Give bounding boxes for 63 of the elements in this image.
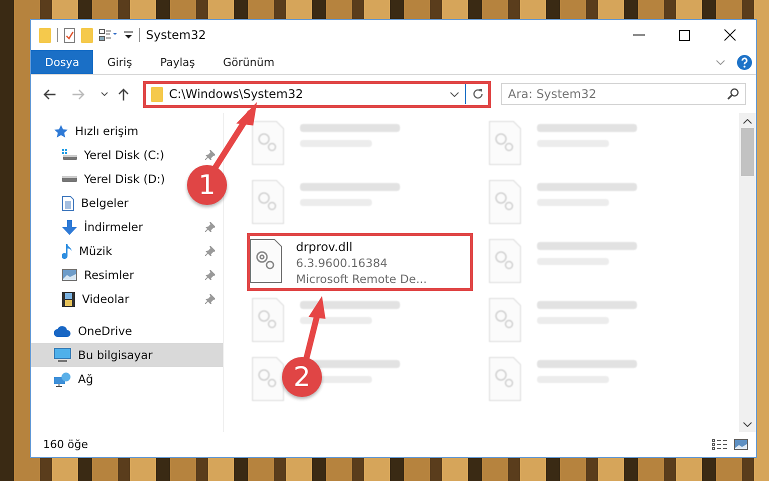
scroll-thumb[interactable] (741, 128, 754, 176)
file-description: 6.3.9600.16384 (296, 255, 388, 271)
download-arrow-icon (62, 220, 77, 234)
sidebar-item[interactable]: OneDrive (31, 319, 223, 343)
sidebar-item[interactable]: Hızlı erişim (31, 119, 223, 143)
cloud-icon (54, 326, 71, 336)
help-icon[interactable] (737, 54, 752, 70)
annotation-arrow (212, 102, 257, 170)
window-title: System32 (146, 28, 206, 42)
ribbon-tab[interactable]: Paylaş (146, 50, 209, 74)
picture-icon (62, 269, 77, 281)
sidebar-item[interactable]: Ağ (31, 367, 223, 391)
pin-icon[interactable] (205, 294, 215, 304)
chevron-down-icon[interactable] (450, 92, 459, 96)
chevron-down-icon[interactable] (101, 92, 108, 96)
folder-icon (151, 86, 163, 102)
file-item[interactable]: drprov.dll 6.3.9600.16384 Microsoft Remote De... (247, 233, 473, 291)
sidebar-item[interactable]: Resimler (31, 263, 134, 287)
sidebar-item[interactable]: Yerel Disk (C:) (31, 143, 164, 167)
scrollbar[interactable] (739, 113, 756, 432)
address-bar[interactable]: C:\Windows\System32 (143, 80, 491, 108)
file-description: Microsoft Remote De... (296, 271, 427, 287)
document-icon (62, 196, 74, 210)
properties-icon[interactable] (64, 28, 75, 42)
minimize-icon[interactable] (633, 34, 645, 36)
scroll-down-icon[interactable] (743, 422, 752, 427)
ribbon-tab[interactable]: Görünüm (209, 50, 288, 74)
scroll-up-icon[interactable] (743, 119, 752, 124)
details-view-icon[interactable] (712, 439, 728, 450)
close-icon[interactable] (724, 29, 736, 41)
item-count: 160 öğe (43, 438, 88, 451)
search-field[interactable]: Ara: System32 (501, 83, 746, 105)
network-icon (54, 372, 71, 386)
maximize-icon[interactable] (679, 30, 690, 40)
ribbon-tab[interactable]: Giriş (93, 50, 146, 74)
ribbon-tab[interactable]: Dosya (31, 50, 94, 74)
pin-icon[interactable] (205, 246, 215, 256)
back-arrow-icon[interactable] (43, 88, 56, 100)
pin-icon[interactable] (205, 150, 215, 160)
music-note-icon (62, 244, 72, 258)
settings-file-icon (250, 239, 282, 283)
drive-icon (62, 176, 77, 182)
refresh-icon[interactable] (472, 88, 484, 100)
sidebar-item[interactable]: Müzik (31, 239, 112, 263)
drive-icon (62, 149, 77, 161)
film-icon (62, 292, 75, 306)
up-arrow-icon[interactable] (118, 88, 129, 100)
search-icon[interactable] (727, 88, 739, 100)
sidebar-item[interactable]: Bu bilgisayar (31, 343, 223, 367)
large-icons-view-icon[interactable] (734, 439, 748, 450)
sidebar-item[interactable]: Belgeler (31, 191, 129, 215)
customize-arrow-icon[interactable] (124, 31, 133, 39)
monitor-icon (54, 348, 71, 362)
pin-icon[interactable] (205, 222, 215, 232)
view-layout-icon[interactable] (99, 28, 118, 42)
sidebar-item[interactable]: Videolar (31, 287, 130, 311)
annotation-arrow (303, 296, 326, 361)
sidebar-item[interactable]: Yerel Disk (D:) (31, 167, 166, 191)
file-name: drprov.dll (296, 239, 354, 255)
sidebar-item[interactable]: İndirmeler (31, 215, 143, 239)
address-path: C:\Windows\System32 (169, 87, 304, 101)
star-icon (54, 124, 68, 138)
pin-icon[interactable] (205, 270, 215, 280)
